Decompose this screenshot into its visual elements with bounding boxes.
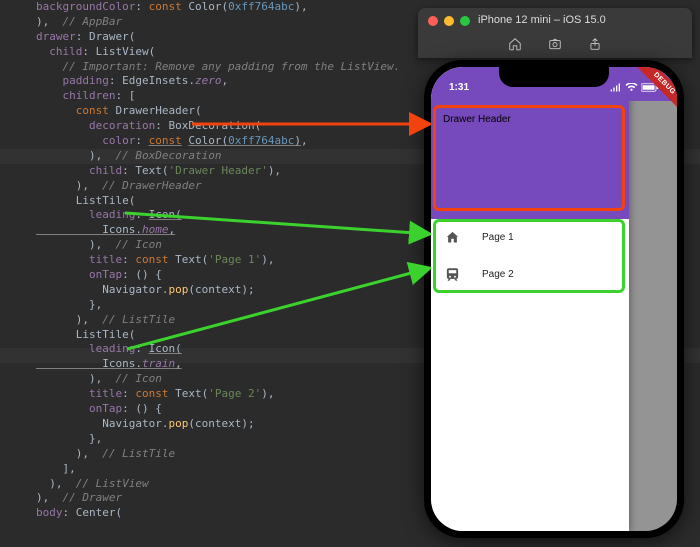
screenshot-icon[interactable]: [548, 37, 562, 51]
code-line[interactable]: ), // Icon: [10, 372, 430, 387]
drawer-list: Page 1 Page 2: [431, 219, 629, 293]
code-line[interactable]: drawer: Drawer(: [10, 30, 430, 45]
code-line[interactable]: onTap: () {: [10, 268, 430, 283]
code-line[interactable]: title: const Text('Page 2'),: [10, 387, 430, 402]
share-icon[interactable]: [588, 37, 602, 51]
code-line[interactable]: Navigator.pop(context);: [10, 283, 430, 298]
code-line[interactable]: Icons.train,: [10, 357, 430, 372]
wifi-icon: [625, 83, 638, 92]
code-line[interactable]: ), // ListTile: [10, 313, 430, 328]
code-line[interactable]: ListTile(: [10, 194, 430, 209]
code-line[interactable]: ListTile(: [10, 328, 430, 343]
code-line[interactable]: ), // BoxDecoration: [10, 149, 430, 164]
code-line[interactable]: backgroundColor: const Color(0xff764abc)…: [10, 0, 430, 15]
status-icons: [610, 83, 659, 92]
simulator-titlebar: iPhone 12 mini – iOS 15.0: [418, 8, 692, 58]
code-line[interactable]: ), // Drawer: [10, 491, 430, 506]
code-line[interactable]: child: Text('Drawer Header'),: [10, 164, 430, 179]
code-line[interactable]: ), // ListTile: [10, 447, 430, 462]
drawer-scrim[interactable]: [629, 67, 677, 531]
minimize-icon[interactable]: [444, 16, 454, 26]
code-line[interactable]: leading: Icon(: [10, 208, 430, 223]
code-line[interactable]: Navigator.pop(context);: [10, 417, 430, 432]
phone-screen: DEBUG 1:31 Drawer Header Page 1 Pag: [431, 67, 677, 531]
list-tile-page2[interactable]: Page 2: [431, 256, 629, 293]
code-line[interactable]: },: [10, 432, 430, 447]
list-tile-label: Page 2: [482, 269, 514, 280]
code-line[interactable]: ), // Icon: [10, 238, 430, 253]
home-icon: [445, 230, 460, 245]
code-line[interactable]: leading: Icon(: [10, 342, 430, 357]
list-tile-label: Page 1: [482, 232, 514, 243]
code-line[interactable]: decoration: BoxDecoration(: [10, 119, 430, 134]
phone-frame: DEBUG 1:31 Drawer Header Page 1 Pag: [424, 60, 684, 538]
code-line[interactable]: child: ListView(: [10, 45, 430, 60]
home-icon[interactable]: [508, 37, 522, 51]
simulator-toolbar: [418, 32, 692, 56]
code-line[interactable]: // Important: Remove any padding from th…: [10, 60, 430, 75]
code-line[interactable]: body: Center(: [10, 506, 430, 521]
code-line[interactable]: ],: [10, 462, 430, 477]
drawer-header-text: Drawer Header: [443, 114, 511, 125]
close-icon[interactable]: [428, 16, 438, 26]
window-traffic-lights[interactable]: [428, 16, 470, 26]
code-line[interactable]: ), // ListView: [10, 477, 430, 492]
status-time: 1:31: [449, 82, 469, 93]
list-tile-page1[interactable]: Page 1: [431, 219, 629, 256]
code-line[interactable]: ), // AppBar: [10, 15, 430, 30]
phone-notch: [499, 67, 609, 87]
code-line[interactable]: color: const Color(0xff764abc),: [10, 134, 430, 149]
signal-icon: [610, 83, 622, 92]
code-line[interactable]: const DrawerHeader(: [10, 104, 430, 119]
simulator-title: iPhone 12 mini – iOS 15.0: [478, 14, 606, 26]
drawer: Drawer Header Page 1 Page 2: [431, 67, 629, 531]
code-line[interactable]: title: const Text('Page 1'),: [10, 253, 430, 268]
train-icon: [445, 267, 460, 282]
drawer-header: Drawer Header: [431, 101, 629, 219]
maximize-icon[interactable]: [460, 16, 470, 26]
code-line[interactable]: },: [10, 298, 430, 313]
code-line[interactable]: padding: EdgeInsets.zero,: [10, 74, 430, 89]
code-line[interactable]: children: [: [10, 89, 430, 104]
code-line[interactable]: onTap: () {: [10, 402, 430, 417]
code-line[interactable]: ), // DrawerHeader: [10, 179, 430, 194]
code-line[interactable]: Icons.home,: [10, 223, 430, 238]
